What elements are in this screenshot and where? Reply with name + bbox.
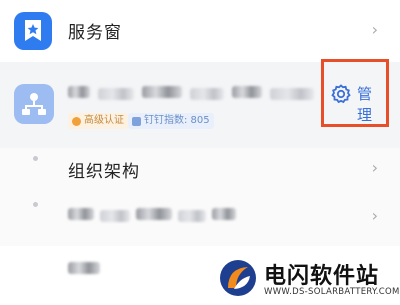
chevron-right-icon: › (371, 206, 378, 225)
manage-button[interactable]: 管理 (321, 59, 389, 127)
blurred-org-name (142, 86, 182, 98)
blurred-org-name (232, 86, 262, 98)
dingtalk-icon (132, 116, 141, 126)
dingtalk-index-badge: 钉钉指数: 805 (128, 113, 214, 129)
blurred-org-name (98, 88, 134, 100)
dingtalk-index-label: 钉钉指数: 805 (144, 115, 210, 126)
service-window-row[interactable]: 服务窗 › (0, 0, 400, 62)
certification-label: 高级认证 (84, 115, 124, 126)
blurred-department-name (68, 208, 94, 220)
blurred-department-name (100, 210, 130, 222)
org-chart-icon (22, 93, 46, 115)
department-row[interactable]: › (0, 188, 400, 246)
chevron-right-icon: › (371, 20, 378, 39)
blurred-department-name (212, 208, 236, 220)
org-structure-row[interactable]: 组织架构 › (0, 148, 400, 188)
gear-icon (331, 84, 351, 104)
blurred-org-name (270, 88, 314, 100)
watermark-url: WWW.DS-SOLARBATTERY.COM (264, 287, 400, 297)
org-structure-label: 组织架构 (68, 162, 140, 182)
site-logo-icon (220, 260, 256, 296)
service-window-label: 服务窗 (68, 23, 122, 43)
org-avatar (14, 84, 54, 124)
tree-bullet (33, 156, 38, 161)
blurred-member-name (68, 262, 100, 274)
watermark-title: 电闪软件站 (264, 264, 380, 289)
bookmark-star-icon (25, 20, 41, 41)
chevron-right-icon: › (371, 158, 378, 177)
service-window-icon (14, 12, 52, 50)
blurred-department-name (178, 210, 206, 222)
certified-icon (72, 116, 81, 126)
watermark: 电闪软件站 WWW.DS-SOLARBATTERY.COM (200, 252, 400, 305)
blurred-org-name (190, 88, 224, 100)
certification-badge: 高级认证 (68, 113, 128, 129)
tree-bullet (33, 202, 38, 207)
blurred-department-name (136, 208, 172, 220)
blurred-org-name (68, 86, 90, 98)
manage-label: 管理 (357, 85, 373, 124)
